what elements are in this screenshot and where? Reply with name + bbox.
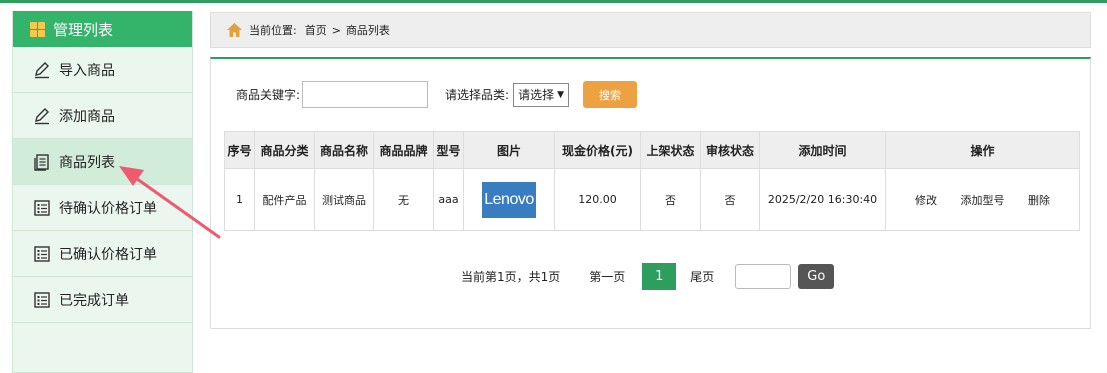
top-accent-line: [0, 0, 1107, 3]
edit-link[interactable]: 修改: [915, 192, 937, 208]
breadcrumb: 当前位置: 首页 > 商品列表: [210, 12, 1091, 48]
current-page-button[interactable]: 1: [642, 263, 677, 290]
product-image: Lenovo: [482, 181, 536, 218]
sidebar-item-add-goods[interactable]: 添加商品: [13, 93, 192, 139]
sidebar-item-goods-list[interactable]: 商品列表: [13, 139, 192, 185]
table-row: 1 配件产品 测试商品 无 aaa Lenovo 120.00 否 否 2025…: [224, 168, 1080, 231]
first-page-link[interactable]: 第一页: [589, 268, 625, 285]
cell-model: aaa: [433, 168, 464, 231]
delete-link[interactable]: 删除: [1028, 192, 1050, 208]
sidebar-item-label: 已确认价格订单: [59, 246, 157, 263]
column-header: 商品名称: [314, 131, 374, 169]
home-icon: [227, 23, 242, 37]
sidebar-item-label: 待确认价格订单: [59, 200, 157, 217]
list-icon: [34, 291, 50, 308]
column-header: 上架状态: [640, 131, 701, 169]
add-model-link[interactable]: 添加型号: [961, 192, 1005, 208]
sidebar-item-label: 已完成订单: [59, 292, 129, 309]
sidebar-title: 管理列表: [53, 20, 114, 39]
cell-index: 1: [224, 168, 255, 231]
category-label: 请选择品类:: [445, 88, 510, 102]
sidebar-item-import-goods[interactable]: 导入商品: [13, 47, 192, 93]
column-header: 商品品牌: [373, 131, 434, 169]
goods-table: 序号 商品分类 商品名称 商品品牌 型号 图片 现金价格(元) 上架状态 审核状…: [224, 131, 1080, 231]
sidebar-item-completed-orders[interactable]: 已完成订单: [13, 277, 192, 323]
main-panel: 商品关键字: 请选择品类: 请选择 ▼ 搜索 序号 商品分类 商品名称 商品品牌…: [210, 57, 1091, 329]
cell-name: 测试商品: [314, 168, 374, 231]
pagination: 当前第1页，共1页 第一页 1 尾页 Go: [461, 263, 835, 290]
column-header: 图片: [463, 131, 555, 169]
cell-actions: 修改 添加型号 删除: [885, 168, 1080, 231]
table-header-row: 序号 商品分类 商品名称 商品品牌 型号 图片 现金价格(元) 上架状态 审核状…: [224, 131, 1080, 169]
pen-icon: [35, 107, 49, 124]
category-select[interactable]: 请选择 ▼: [513, 82, 570, 107]
sidebar-item-pending-price-orders[interactable]: 待确认价格订单: [13, 185, 192, 231]
breadcrumb-current: 商品列表: [345, 24, 390, 37]
sidebar-item-label: 导入商品: [59, 62, 115, 79]
page-number-input[interactable]: [735, 264, 792, 289]
sidebar: 管理列表 导入商品 添加商品 商品列表 待确认价格订单 已确认价格订单 已完成订…: [12, 11, 193, 373]
column-header: 审核状态: [700, 131, 760, 169]
cell-added-time: 2025/2/20 16:30:40: [759, 168, 886, 231]
breadcrumb-home-link[interactable]: 首页: [305, 22, 327, 38]
cell-image: Lenovo: [463, 168, 555, 231]
search-button[interactable]: 搜索: [583, 81, 638, 108]
go-button[interactable]: Go: [798, 264, 835, 289]
chevron-down-icon: ▼: [557, 89, 565, 100]
column-header: 现金价格(元): [554, 131, 641, 169]
cell-brand: 无: [373, 168, 434, 231]
sidebar-header: 管理列表: [13, 11, 192, 47]
document-icon: [34, 153, 49, 171]
cell-review-status: 否: [700, 168, 760, 231]
grid-icon: [30, 21, 45, 37]
keyword-label: 商品关键字:: [236, 88, 301, 102]
page-info: 当前第1页，共1页: [461, 270, 561, 284]
column-header: 添加时间: [759, 131, 886, 169]
column-header: 序号: [224, 131, 255, 169]
cell-price: 120.00: [554, 168, 641, 231]
sidebar-item-label: 添加商品: [59, 108, 115, 125]
keyword-input[interactable]: [302, 81, 429, 108]
sidebar-item-label: 商品列表: [59, 154, 115, 171]
column-header: 操作: [885, 131, 1080, 169]
cell-listed-status: 否: [640, 168, 701, 231]
cell-category: 配件产品: [254, 168, 315, 231]
column-header: 型号: [433, 131, 464, 169]
category-selected-value: 请选择: [518, 88, 555, 102]
column-header: 商品分类: [254, 131, 315, 169]
list-icon: [34, 245, 50, 262]
last-page-link[interactable]: 尾页: [690, 268, 714, 285]
sidebar-item-confirmed-price-orders[interactable]: 已确认价格订单: [13, 231, 192, 277]
pen-icon: [35, 61, 49, 78]
list-icon: [34, 199, 50, 216]
breadcrumb-prefix: 当前位置:: [249, 24, 297, 37]
breadcrumb-separator: >: [331, 23, 341, 37]
search-bar: 商品关键字: 请选择品类: 请选择 ▼ 搜索: [236, 81, 638, 108]
